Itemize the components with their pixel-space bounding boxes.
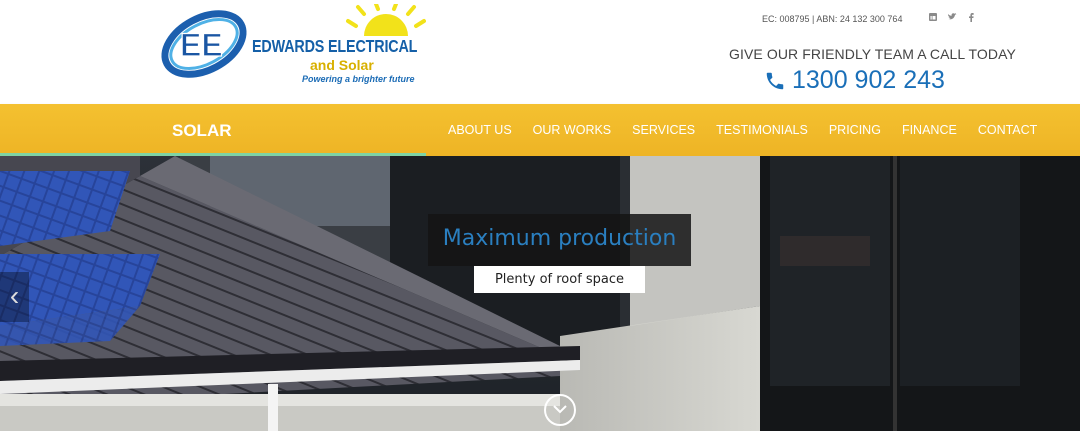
slider-prev-button[interactable]: ‹	[0, 272, 29, 322]
brand-name: EDWARDS ELECTRICAL	[252, 36, 418, 56]
site-logo[interactable]: EE EDWARDS ELECTRICAL and Solar Powering…	[160, 4, 430, 84]
main-nav: SOLAR ABOUT US OUR WORKS SERVICES TESTIM…	[0, 104, 1080, 156]
brand-sub: and Solar	[310, 57, 374, 73]
nav-item-about-us[interactable]: ABOUT US	[448, 123, 512, 137]
sun-icon	[346, 4, 426, 36]
caption-title-box: Maximum production	[428, 214, 691, 266]
phone-link[interactable]: 1300 902 243	[764, 66, 945, 95]
scroll-down-button[interactable]	[544, 394, 576, 426]
ee-logo-icon: EE	[161, 10, 247, 78]
nav-title[interactable]: SOLAR	[172, 121, 232, 141]
linkedin-icon[interactable]	[928, 13, 938, 24]
nav-menu: ABOUT US OUR WORKS SERVICES TESTIMONIALS…	[448, 123, 1058, 137]
caption-title: Maximum production	[442, 226, 677, 251]
cta-text: GIVE OUR FRIENDLY TEAM A CALL TODAY	[729, 46, 1016, 62]
nav-item-pricing[interactable]: PRICING	[829, 123, 881, 137]
phone-icon	[766, 72, 784, 89]
nav-item-finance[interactable]: FINANCE	[902, 123, 957, 137]
chevron-down-icon	[553, 405, 567, 414]
logo-mark-text: EE	[180, 27, 223, 63]
registration-text: EC: 008795 | ABN: 24 132 300 764	[762, 14, 903, 24]
site-header: EE EDWARDS ELECTRICAL and Solar Powering…	[0, 0, 1080, 104]
nav-item-services[interactable]: SERVICES	[632, 123, 695, 137]
nav-item-our-works[interactable]: OUR WORKS	[533, 123, 611, 137]
brand-tagline: Powering a brighter future	[302, 74, 415, 84]
phone-number: 1300 902 243	[792, 66, 945, 94]
facebook-icon[interactable]	[966, 13, 976, 24]
twitter-icon[interactable]	[947, 13, 957, 24]
nav-item-contact[interactable]: CONTACT	[978, 123, 1038, 137]
caption-subtitle: Plenty of roof space	[474, 266, 645, 293]
slider-progress-bar	[0, 153, 426, 156]
hero-slider: Maximum production Plenty of roof space …	[0, 156, 1080, 431]
hero-image	[0, 156, 1080, 431]
nav-item-testimonials[interactable]: TESTIMONIALS	[716, 123, 808, 137]
social-links	[928, 13, 976, 24]
